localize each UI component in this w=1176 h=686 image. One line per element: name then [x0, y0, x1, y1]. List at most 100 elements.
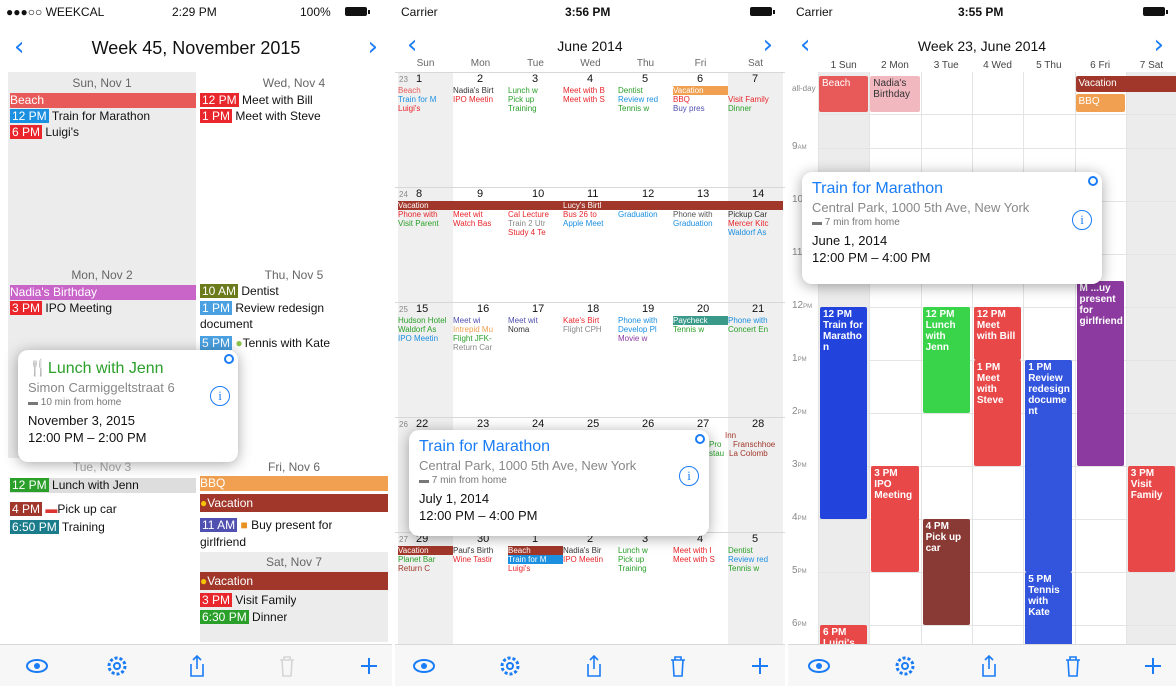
day-number[interactable]: 5: [752, 533, 758, 545]
plus-icon[interactable]: [356, 653, 382, 679]
day-number[interactable]: 24: [532, 418, 544, 430]
day-number[interactable]: 16: [477, 303, 489, 315]
event-block-family[interactable]: 3 PM Visit Family: [1127, 466, 1176, 572]
month-event[interactable]: Return Car: [453, 343, 508, 352]
month-event[interactable]: Nadia's Bir: [563, 546, 618, 555]
month-event[interactable]: Train for M: [398, 95, 453, 104]
month-event[interactable]: Paycheck: [673, 316, 728, 325]
day-number[interactable]: 9: [477, 188, 483, 200]
month-event[interactable]: Flight CPH: [563, 325, 618, 334]
month-event[interactable]: Visit Family: [728, 95, 783, 104]
month-event[interactable]: BBQ: [673, 95, 728, 104]
info-icon[interactable]: i: [210, 386, 230, 406]
month-event[interactable]: stau: [709, 449, 724, 458]
month-event[interactable]: Bus 26 to: [563, 210, 618, 219]
month-event[interactable]: Return C: [398, 564, 453, 573]
event-lunch-jenn[interactable]: 12 PM Lunch with Jenn: [10, 478, 196, 493]
eye-icon[interactable]: [806, 653, 832, 679]
month-event[interactable]: Watch Bas: [453, 219, 508, 228]
event-meet-steve[interactable]: 1 PM Meet with Steve: [200, 109, 321, 124]
month-event[interactable]: Nadia's Birt: [453, 86, 508, 95]
month-event[interactable]: Meet with S: [673, 555, 728, 564]
day-column-header[interactable]: 2 Mon: [869, 60, 920, 71]
month-event[interactable]: La Colomb: [729, 449, 768, 458]
event-vacation[interactable]: ●Vacation: [200, 494, 388, 512]
day-number[interactable]: 8: [416, 188, 422, 200]
day-number[interactable]: 27: [697, 418, 709, 430]
day-number[interactable]: 28: [752, 418, 764, 430]
day-number[interactable]: 19: [642, 303, 654, 315]
event-dinner[interactable]: 6:30 PM Dinner: [200, 610, 287, 625]
day-number[interactable]: 15: [416, 303, 428, 315]
trash-icon[interactable]: [1060, 653, 1086, 679]
share-icon[interactable]: [976, 653, 1002, 679]
day-column-header[interactable]: 3 Tue: [921, 60, 972, 71]
event-luigis[interactable]: 6 PM Luigi's: [10, 125, 79, 140]
day-number[interactable]: 13: [697, 188, 709, 200]
event-training[interactable]: 6:50 PM Training: [10, 520, 105, 535]
month-event[interactable]: Mercer Kitc: [728, 219, 783, 228]
allday-bbq[interactable]: BBQ: [1075, 94, 1125, 112]
day-number[interactable]: 5: [642, 73, 648, 85]
month-event[interactable]: Graduation: [618, 210, 673, 219]
month-event[interactable]: Training: [508, 104, 563, 113]
plus-icon[interactable]: [1140, 653, 1166, 679]
month-event[interactable]: Dentist: [728, 546, 783, 555]
month-event[interactable]: Meet wi: [453, 316, 508, 325]
trash-icon[interactable]: [665, 653, 691, 679]
month-event[interactable]: Beach: [508, 546, 563, 555]
month-event[interactable]: Tennis w: [618, 104, 673, 113]
event-tennis-kate[interactable]: 5 PM ●Tennis with Kate: [200, 336, 330, 351]
day-number[interactable]: 4: [587, 73, 593, 85]
month-event[interactable]: Lunch w: [618, 546, 673, 555]
day-number[interactable]: 22: [416, 418, 428, 430]
event-train-marathon[interactable]: 12 PM Train for Marathon: [10, 109, 150, 124]
month-event[interactable]: Concert En: [728, 325, 783, 334]
share-icon[interactable]: [581, 653, 607, 679]
day-number[interactable]: 11: [587, 188, 598, 200]
day-number[interactable]: 1: [416, 73, 422, 85]
event-vacation-sat[interactable]: ●Vacation: [200, 572, 388, 590]
month-event[interactable]: Develop Pl: [618, 325, 673, 334]
month-event[interactable]: Apple Meet: [563, 219, 618, 228]
day-number[interactable]: 7: [752, 73, 758, 85]
info-icon[interactable]: i: [679, 466, 699, 486]
month-event[interactable]: Meet wit: [508, 316, 563, 325]
day-column-header[interactable]: 5 Thu: [1023, 60, 1074, 71]
plus-icon[interactable]: [747, 653, 773, 679]
month-event[interactable]: IPO Meetin: [563, 555, 618, 564]
day-number[interactable]: 25: [587, 418, 599, 430]
month-event[interactable]: Wine Tastir: [453, 555, 508, 564]
month-event[interactable]: Luigi's: [398, 104, 453, 113]
month-event[interactable]: Hudson Hotel: [398, 316, 453, 325]
month-event[interactable]: Phone with: [673, 210, 728, 219]
weekend-day-cell[interactable]: [728, 418, 783, 532]
month-event[interactable]: Luigi's: [508, 564, 563, 573]
gear-icon[interactable]: [497, 653, 523, 679]
month-event[interactable]: IPO Meetin: [398, 334, 453, 343]
month-event[interactable]: Tennis w: [728, 564, 783, 573]
allday-beach[interactable]: Beach: [819, 76, 869, 112]
event-ipo-meeting[interactable]: 3 PM IPO Meeting: [10, 301, 112, 316]
month-event[interactable]: Pick up: [618, 555, 673, 564]
day-number[interactable]: 14: [752, 188, 764, 200]
next-week-chevron-icon[interactable]: ›: [368, 34, 378, 60]
month-event[interactable]: Graduation: [673, 219, 728, 228]
month-event[interactable]: Review red: [618, 95, 673, 104]
event-beach[interactable]: Beach: [10, 93, 196, 108]
day-number[interactable]: 3: [532, 73, 538, 85]
month-event-vacation[interactable]: Vacation: [398, 201, 563, 210]
event-popup[interactable]: Train for Marathon Central Park, 1000 5t…: [802, 172, 1102, 284]
month-event[interactable]: Phone with: [618, 316, 673, 325]
allday-vacation[interactable]: Vacation: [1075, 76, 1176, 92]
day-number[interactable]: 2: [477, 73, 483, 85]
month-event[interactable]: Tennis w: [673, 325, 728, 334]
next-week-chevron-icon[interactable]: ›: [1154, 32, 1164, 58]
day-number[interactable]: 23: [477, 418, 489, 430]
month-event[interactable]: Phone with: [728, 316, 783, 325]
day-number[interactable]: 12: [642, 188, 654, 200]
month-event[interactable]: Flight JFK-: [453, 334, 508, 343]
month-event[interactable]: Intrepid Mu: [453, 325, 508, 334]
day-column-header[interactable]: 6 Fri: [1075, 60, 1126, 71]
allday-nadia-birthday[interactable]: Nadia's Birthday: [870, 76, 920, 112]
